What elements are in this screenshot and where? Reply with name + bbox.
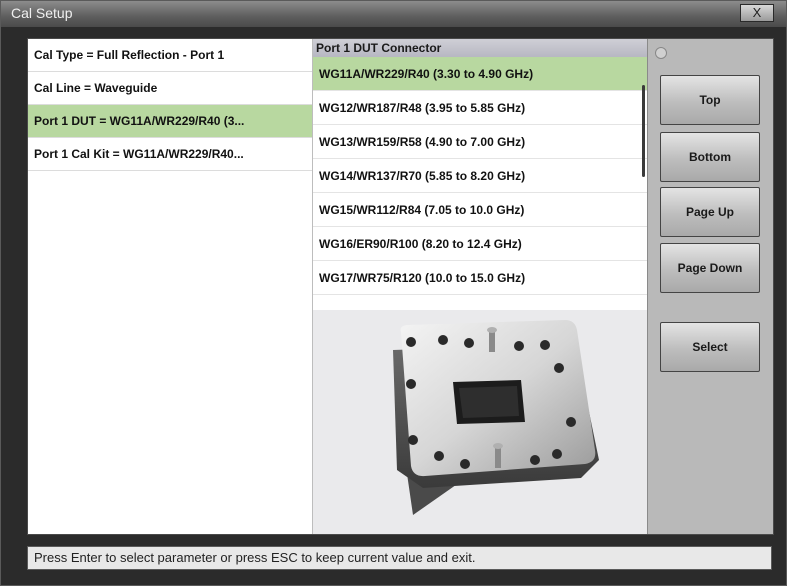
status-bar: Press Enter to select parameter or press… [27,546,772,570]
cal-setup-window: Cal Setup X Cal Type = Full Reflection -… [0,0,787,586]
close-button[interactable]: X [740,4,774,22]
select-button[interactable]: Select [660,322,760,372]
list-item[interactable]: WG11A/WR229/R40 (3.30 to 4.90 GHz) [313,57,647,91]
param-port1-dut[interactable]: Port 1 DUT = WG11A/WR229/R40 (3... [28,105,312,138]
parameter-list: Cal Type = Full Reflection - Port 1 Cal … [28,39,313,534]
page-up-button[interactable]: Page Up [660,187,760,237]
list-item[interactable]: WG15/WR112/R84 (7.05 to 10.0 GHz) [313,193,647,227]
scroll-indicator-icon [655,47,667,59]
list-item[interactable]: WG14/WR137/R70 (5.85 to 8.20 GHz) [313,159,647,193]
window-title: Cal Setup [11,5,73,21]
list-item[interactable]: WG17/WR75/R120 (10.0 to 15.0 GHz) [313,261,647,295]
list-item[interactable]: WG13/WR159/R58 (4.90 to 7.00 GHz) [313,125,647,159]
connector-list[interactable]: WG11A/WR229/R40 (3.30 to 4.90 GHz) WG12/… [313,57,647,310]
param-port1-cal-kit[interactable]: Port 1 Cal Kit = WG11A/WR229/R40... [28,138,312,171]
waveguide-flange-icon [393,320,599,515]
button-panel: Top Bottom Page Up Page Down Select [647,39,773,534]
connector-list-header: Port 1 DUT Connector [313,39,647,57]
title-bar: Cal Setup X [1,1,786,27]
connector-panel: Port 1 DUT Connector WG11A/WR229/R40 (3.… [313,39,647,534]
list-item[interactable]: WG16/ER90/R100 (8.20 to 12.4 GHz) [313,227,647,261]
list-scrollbar[interactable] [642,85,645,177]
top-button[interactable]: Top [660,75,760,125]
param-cal-line[interactable]: Cal Line = Waveguide [28,72,312,105]
list-item[interactable]: WG12/WR187/R48 (3.95 to 5.85 GHz) [313,91,647,125]
bottom-button[interactable]: Bottom [660,132,760,182]
page-down-button[interactable]: Page Down [660,243,760,293]
main-panel: Cal Type = Full Reflection - Port 1 Cal … [27,38,774,535]
param-cal-type[interactable]: Cal Type = Full Reflection - Port 1 [28,39,312,72]
connector-image [313,310,647,534]
